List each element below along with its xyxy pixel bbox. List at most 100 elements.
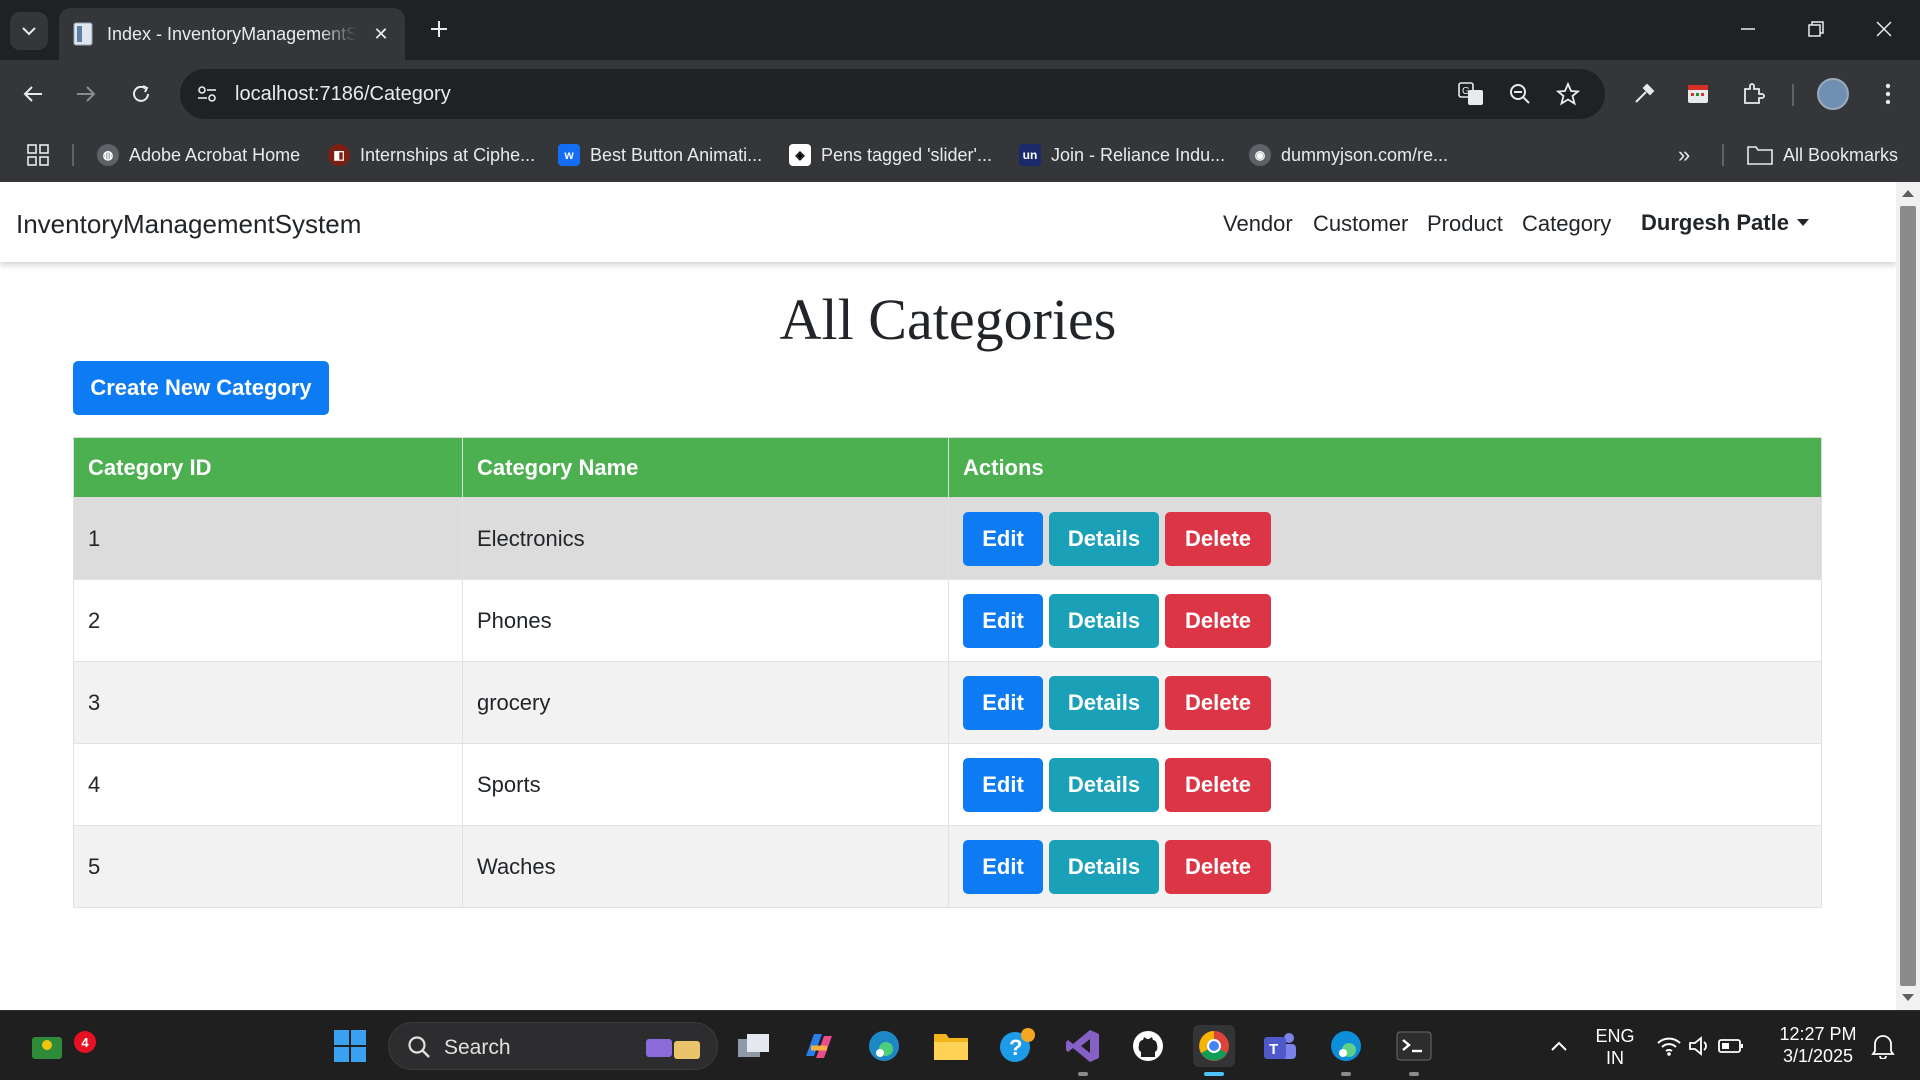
profile-avatar[interactable] bbox=[1817, 78, 1849, 110]
table-row: 1 Electronics Edit Details Delete bbox=[73, 497, 1822, 580]
site-info-button[interactable] bbox=[194, 81, 220, 107]
chrome-icon bbox=[1199, 1031, 1229, 1061]
help-app-button[interactable]: ? bbox=[996, 1025, 1038, 1067]
clock-time: 12:27 PM bbox=[1779, 1024, 1857, 1044]
url-text[interactable]: localhost:7186/Category bbox=[235, 83, 451, 106]
arrow-right-icon bbox=[77, 86, 96, 102]
bookmark-item[interactable]: w Best Button Animati... bbox=[558, 140, 762, 170]
reload-button[interactable] bbox=[125, 78, 157, 110]
edit-button[interactable]: Edit bbox=[963, 593, 1043, 648]
restore-button[interactable] bbox=[1798, 14, 1834, 44]
delete-button[interactable]: Delete bbox=[1165, 675, 1271, 730]
forward-button[interactable] bbox=[70, 78, 102, 110]
taskbar-search-box[interactable]: Search bbox=[388, 1022, 718, 1070]
scrollbar-thumb[interactable] bbox=[1900, 206, 1916, 986]
zoom-button[interactable] bbox=[1507, 81, 1533, 107]
tab-title: Index - InventoryManagementSystem bbox=[107, 23, 357, 44]
category-name-cell: Electronics bbox=[462, 497, 949, 580]
browser-tab[interactable]: Index - InventoryManagementSystem ✕ bbox=[59, 8, 405, 60]
bookmark-item[interactable]: ◧ Internships at Ciphe... bbox=[328, 140, 535, 170]
close-icon bbox=[1876, 21, 1892, 37]
quick-settings-button[interactable] bbox=[1650, 1025, 1750, 1067]
scroll-up-arrow-icon[interactable] bbox=[1902, 190, 1914, 197]
nav-link-vendor[interactable]: Vendor bbox=[1223, 211, 1293, 237]
language-indicator[interactable]: ENG IN bbox=[1592, 1025, 1638, 1069]
apps-grid-icon bbox=[27, 144, 49, 166]
chrome-button[interactable] bbox=[1193, 1025, 1235, 1067]
terminal-button[interactable] bbox=[1393, 1025, 1435, 1067]
brand-link[interactable]: InventoryManagementSystem bbox=[16, 209, 361, 240]
actions-cell: Edit Details Delete bbox=[948, 661, 1822, 744]
extensions-button[interactable] bbox=[1737, 78, 1769, 110]
details-button[interactable]: Details bbox=[1049, 675, 1159, 730]
new-tab-button[interactable] bbox=[424, 14, 454, 44]
column-header-name: Category Name bbox=[462, 437, 949, 498]
delete-button[interactable]: Delete bbox=[1165, 757, 1271, 812]
task-view-button[interactable] bbox=[733, 1025, 775, 1067]
teams-icon: T bbox=[1264, 1033, 1296, 1059]
delete-button[interactable]: Delete bbox=[1165, 511, 1271, 566]
teams-button[interactable]: T bbox=[1259, 1025, 1301, 1067]
task-view-icon bbox=[738, 1034, 769, 1057]
edit-button[interactable]: Edit bbox=[963, 757, 1043, 812]
address-bar[interactable]: localhost:7186/Category G bbox=[180, 69, 1605, 119]
volume-icon bbox=[1689, 1036, 1707, 1056]
copilot-button[interactable] bbox=[798, 1025, 840, 1067]
page-title: All Categories bbox=[779, 287, 1117, 352]
edge-icon bbox=[869, 1031, 899, 1061]
extension-eyedropper-button[interactable] bbox=[1628, 78, 1660, 110]
scroll-down-arrow-icon[interactable] bbox=[1902, 994, 1914, 1001]
notification-badge: 4 bbox=[74, 1031, 96, 1053]
reload-icon bbox=[133, 85, 149, 102]
minimize-button[interactable] bbox=[1730, 14, 1766, 44]
tab-search-button[interactable] bbox=[10, 12, 48, 50]
translate-button[interactable]: G bbox=[1458, 81, 1484, 107]
edge-dev-button[interactable] bbox=[863, 1025, 905, 1067]
show-hidden-icons-button[interactable] bbox=[1538, 1025, 1580, 1067]
create-category-button[interactable]: Create New Category bbox=[73, 361, 329, 415]
bookmark-item[interactable]: un Join - Reliance Indu... bbox=[1019, 140, 1225, 170]
bookmark-item[interactable]: ◍ Adobe Acrobat Home bbox=[97, 140, 300, 170]
bookmark-label: Adobe Acrobat Home bbox=[129, 144, 301, 165]
bookmark-item[interactable]: ◉ dummyjson.com/re... bbox=[1249, 140, 1448, 170]
all-bookmarks-button[interactable]: All Bookmarks bbox=[1747, 140, 1898, 170]
details-button[interactable]: Details bbox=[1049, 839, 1159, 894]
windows-logo-icon bbox=[334, 1030, 366, 1062]
more-vertical-icon bbox=[1885, 83, 1891, 105]
file-explorer-button[interactable] bbox=[930, 1025, 972, 1067]
bookmark-star-button[interactable] bbox=[1555, 81, 1581, 107]
svg-text:G: G bbox=[1462, 86, 1470, 97]
bookmark-item[interactable]: ◈ Pens tagged 'slider'... bbox=[789, 140, 992, 170]
github-desktop-button[interactable] bbox=[1127, 1025, 1169, 1067]
nav-link-customer[interactable]: Customer bbox=[1313, 211, 1408, 237]
edit-button[interactable]: Edit bbox=[963, 839, 1043, 894]
widgets-button[interactable]: 4 bbox=[26, 1025, 96, 1067]
tune-icon bbox=[198, 86, 216, 102]
bookmarks-overflow-button[interactable]: » bbox=[1678, 140, 1690, 170]
extension-calendar-button[interactable] bbox=[1682, 78, 1714, 110]
details-button[interactable]: Details bbox=[1049, 593, 1159, 648]
apps-button[interactable] bbox=[27, 140, 49, 170]
clock[interactable]: 12:27 PM 3/1/2025 bbox=[1768, 1023, 1868, 1067]
page-scrollbar[interactable] bbox=[1896, 182, 1920, 1010]
close-tab-icon[interactable]: ✕ bbox=[369, 24, 393, 45]
delete-button[interactable]: Delete bbox=[1165, 839, 1271, 894]
user-dropdown[interactable]: Durgesh Patle bbox=[1641, 210, 1809, 236]
svg-text:?: ? bbox=[1009, 1035, 1022, 1060]
folder-icon bbox=[1747, 146, 1773, 165]
nav-link-product[interactable]: Product bbox=[1427, 211, 1503, 237]
start-button[interactable] bbox=[329, 1025, 371, 1067]
edit-button[interactable]: Edit bbox=[963, 675, 1043, 730]
edit-button[interactable]: Edit bbox=[963, 511, 1043, 566]
details-button[interactable]: Details bbox=[1049, 757, 1159, 812]
chevron-double-right-icon: » bbox=[1678, 142, 1691, 167]
details-button[interactable]: Details bbox=[1049, 511, 1159, 566]
delete-button[interactable]: Delete bbox=[1165, 593, 1271, 648]
edge-button[interactable] bbox=[1325, 1025, 1367, 1067]
nav-link-category[interactable]: Category bbox=[1522, 211, 1611, 237]
notifications-button[interactable] bbox=[1862, 1025, 1904, 1067]
close-window-button[interactable] bbox=[1866, 14, 1902, 44]
browser-menu-button[interactable] bbox=[1872, 78, 1904, 110]
visual-studio-button[interactable] bbox=[1062, 1025, 1104, 1067]
back-button[interactable] bbox=[17, 78, 49, 110]
